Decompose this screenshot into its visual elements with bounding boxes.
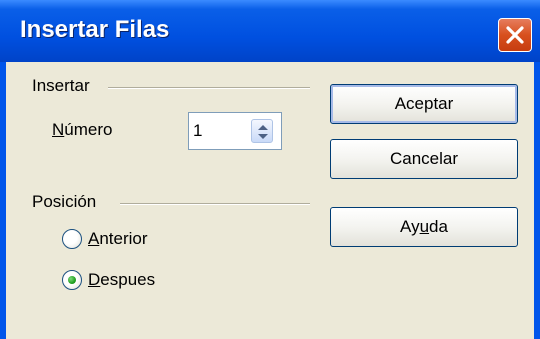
spin-down-icon[interactable] [258,134,268,139]
close-icon [506,26,524,44]
number-label-rest: úmero [64,120,113,139]
radio-anterior-label: Anterior [88,229,148,248]
radio-anterior[interactable]: Anterior [62,226,148,252]
number-label-accel: N [52,120,65,139]
spin-up-icon[interactable] [258,125,268,130]
dialog-title: Insertar Filas [20,16,170,43]
close-button[interactable] [498,18,532,52]
insert-group-label: Insertar [32,76,90,95]
ok-button[interactable]: Aceptar [330,84,518,124]
cancel-button[interactable]: Cancelar [330,139,518,179]
help-button[interactable]: Ay u da [330,207,518,247]
number-spinbox[interactable] [188,112,282,150]
number-input[interactable] [193,119,243,143]
dialog-body: Insertar Número Posición Anterior Despue… [6,62,534,339]
insert-rows-dialog: Insertar Filas Insertar Número Posición [0,0,540,339]
number-spin-buttons[interactable] [251,119,273,143]
radio-anterior-indicator[interactable] [62,229,82,249]
title-bar[interactable]: Insertar Filas [0,0,540,62]
insert-group-separator [108,87,310,89]
radio-despues-label: Despues [88,270,156,289]
number-label: Número [52,120,112,140]
radio-despues-indicator[interactable] [62,270,82,290]
position-group-separator [120,203,310,205]
radio-selected-dot [68,276,76,284]
radio-despues[interactable]: Despues [62,267,155,293]
position-group-label: Posición [32,192,97,211]
